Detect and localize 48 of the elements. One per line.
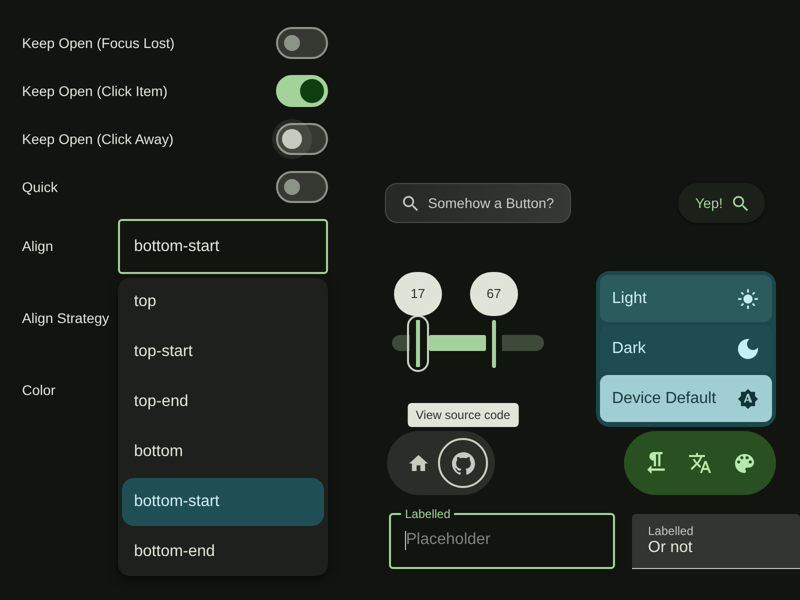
menu-item[interactable]: Device Default <box>600 375 772 422</box>
slider-value-label: 67 <box>470 272 518 316</box>
search-button[interactable]: Yep! <box>678 183 765 223</box>
field-label: Labelled <box>404 507 452 521</box>
menu-option[interactable]: bottom <box>122 428 324 476</box>
setting-label: Quick <box>22 178 58 197</box>
slider-value-label: 17 <box>394 272 442 316</box>
menu-item[interactable]: Light <box>600 275 772 322</box>
setting-label: Color <box>22 381 56 400</box>
menu-option[interactable]: bottom-end <box>122 528 324 576</box>
select-field[interactable]: bottom-start <box>118 219 328 274</box>
toggle-switch[interactable] <box>276 171 328 203</box>
home-icon <box>408 455 428 471</box>
menu-option[interactable]: top-start <box>122 328 324 376</box>
search-icon <box>732 196 748 210</box>
toggle-switch[interactable] <box>276 75 328 107</box>
cat-logo-icon <box>452 452 474 474</box>
menu-item[interactable]: Dark <box>600 325 772 372</box>
menu-option[interactable]: top-end <box>122 378 324 426</box>
source-code-button[interactable] <box>438 438 488 488</box>
text-input[interactable]: Or not <box>648 538 800 558</box>
text-cursor <box>405 530 406 550</box>
sun-icon <box>738 288 758 308</box>
slider-track[interactable] <box>392 315 544 372</box>
slider-thumb[interactable] <box>492 320 496 368</box>
palette-icon <box>734 454 754 472</box>
auto-brightness-icon <box>738 388 758 408</box>
search-button[interactable]: Somehow a Button? <box>385 183 572 223</box>
text-input[interactable]: Placeholder <box>406 528 601 552</box>
menu-option[interactable]: top <box>122 278 324 326</box>
setting-label: Keep Open (Click Item) <box>22 82 168 101</box>
toggle-switch[interactable] <box>276 123 328 155</box>
menu-option[interactable]: bottom-start <box>122 478 324 526</box>
translate-icon <box>689 453 711 473</box>
filled-text-field[interactable]: Labelled Or not <box>632 514 800 569</box>
slider-fill <box>428 335 486 351</box>
slider-thumb[interactable] <box>406 315 429 372</box>
setting-label: Align Strategy <box>22 309 110 328</box>
setting-label: Keep Open (Click Away) <box>22 130 174 149</box>
tooltip: View source code <box>408 403 518 427</box>
toggle-switch[interactable] <box>276 27 328 59</box>
setting-label: Keep Open (Focus Lost) <box>22 34 175 53</box>
setting-label: Align <box>22 237 54 256</box>
search-icon <box>403 196 418 210</box>
moon-icon <box>738 338 758 358</box>
field-label: Labelled <box>648 524 694 538</box>
pilcrow-arrow-icon <box>647 452 665 474</box>
outlined-text-field[interactable]: Labelled Placeholder <box>389 507 615 569</box>
